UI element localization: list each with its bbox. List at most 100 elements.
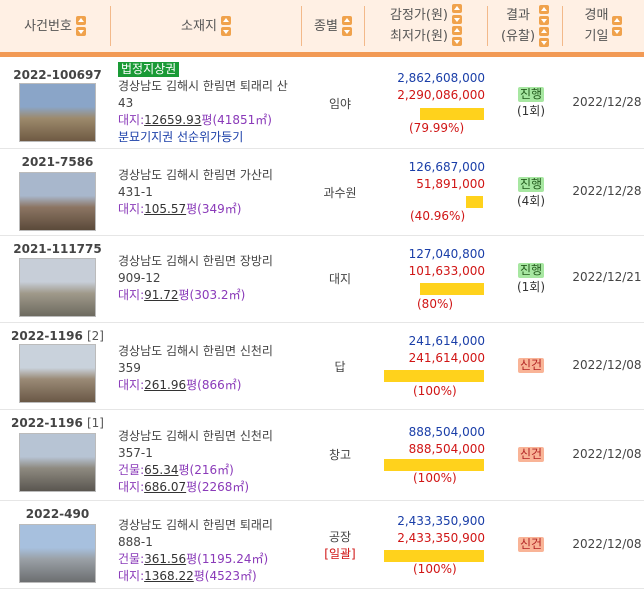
auction-date: 2022/12/08 [572, 358, 642, 372]
status-badge: 신건 [517, 358, 545, 373]
ratio-bar [420, 283, 484, 295]
auction-list: 사건번호 소재지 종별 감정가(원) 최저가(원) 결과 (유찰) 경매 기일 202… [0, 0, 644, 589]
table-header: 사건번호 소재지 종별 감정가(원) 최저가(원) 결과 (유찰) 경매 기일 [0, 0, 644, 57]
header-case-no[interactable]: 사건번호 [0, 0, 110, 52]
sort-icon[interactable] [539, 4, 550, 48]
property-category: 과수원 [323, 186, 357, 200]
price-cell: 888,504,000 888,504,000 [375, 424, 485, 458]
area-line: 대지:261.96평(866㎡) [118, 378, 242, 392]
status-cell: 신건 [512, 358, 550, 373]
address-line: 909-12 [118, 271, 161, 285]
header-auction-date[interactable]: 경매 기일 [563, 0, 644, 52]
area-pyeong[interactable]: 105.57 [144, 202, 186, 216]
property-photo[interactable] [19, 83, 96, 142]
minimum-price: 51,891,000 [416, 177, 485, 191]
property-address[interactable]: 경상남도 김해시 한림면 퇴래리 888-1 건물:361.56평(1195.24㎡… [118, 517, 298, 585]
ratio-text: (100%) [413, 471, 457, 485]
price-cell: 241,614,000 241,614,000 [375, 333, 485, 367]
case-number[interactable]: 2022-100697 [10, 68, 105, 82]
address-line: 경상남도 김해시 한림면 퇴래리 [118, 518, 273, 532]
ratio-bar [420, 108, 484, 120]
status-cell: 진행 (1회) [512, 263, 550, 295]
case-number[interactable]: 2021-7586 [10, 155, 105, 169]
area-pyeong[interactable]: 261.96 [144, 378, 186, 392]
price-cell: 2,433,350,900 2,433,350,900 [375, 513, 485, 547]
property-photo[interactable] [19, 172, 96, 231]
area-line: 건물:65.34평(216㎡) [118, 463, 234, 477]
area-line: 대지:91.72평(303.2㎡) [118, 288, 246, 302]
status-badge: 진행 [517, 263, 545, 278]
ratio-bar [384, 550, 484, 562]
appraisal-price: 241,614,000 [408, 334, 485, 348]
rights-badge: 법정지상권 [118, 62, 180, 77]
case-number[interactable]: 2022-1196 [2] [10, 329, 105, 343]
sort-icon[interactable] [451, 3, 462, 47]
header-result-sub: (유찰) [500, 29, 536, 44]
header-price[interactable]: 감정가(원) 최저가(원) [365, 0, 487, 52]
area-line: 대지:686.07평(2268㎡) [118, 480, 250, 494]
appraisal-price: 888,504,000 [408, 425, 485, 439]
property-address[interactable]: 경상남도 김해시 한림면 장방리 909-12 대지:91.72평(303.2㎡) [118, 253, 298, 304]
property-photo[interactable] [19, 258, 96, 317]
auction-date: 2022/12/21 [572, 270, 642, 284]
address-line: 경상남도 김해시 한림면 장방리 [118, 254, 273, 268]
header-location[interactable]: 소재지 [111, 0, 301, 52]
property-category: 답 [334, 360, 346, 374]
address-line: 경상남도 김해시 한림면 신천리 [118, 429, 273, 443]
appraisal-price: 2,433,350,900 [397, 514, 485, 528]
area-line: 대지:105.57평(349㎡) [118, 202, 242, 216]
sort-icon[interactable] [220, 15, 231, 37]
failed-count: (1회) [516, 280, 546, 294]
appraisal-price: 127,040,800 [408, 247, 485, 261]
area-pyeong[interactable]: 686.07 [144, 480, 186, 494]
property-address[interactable]: 경상남도 김해시 한림면 신천리 357-1 건물:65.34평(216㎡) 대지:6… [118, 428, 298, 496]
area-pyeong[interactable]: 65.34 [144, 463, 178, 477]
property-photo[interactable] [19, 344, 96, 403]
ratio-bar [384, 459, 484, 471]
minimum-price: 241,614,000 [408, 351, 485, 365]
area-pyeong[interactable]: 361.56 [144, 552, 186, 566]
status-cell: 신건 [512, 447, 550, 462]
ratio-bar [384, 370, 484, 382]
case-number[interactable]: 2022-490 [10, 507, 105, 521]
header-location-label: 소재지 [181, 18, 217, 34]
minimum-price: 888,504,000 [408, 442, 485, 456]
header-result[interactable]: 결과 (유찰) [488, 0, 562, 52]
property-address[interactable]: 법정지상권 경상남도 김해시 한림면 퇴래리 산 43 대지:12659.93평(41… [118, 61, 298, 146]
header-case-no-label: 사건번호 [24, 18, 72, 34]
special-note: 분묘기지권 선순위가등기 [118, 130, 244, 144]
property-category: 대지 [328, 272, 352, 286]
property-address[interactable]: 경상남도 김해시 한림면 신천리 359 대지:261.96평(866㎡) [118, 343, 298, 394]
property-address[interactable]: 경상남도 김해시 한림면 가산리 431-1 대지:105.57평(349㎡) [118, 167, 298, 218]
area-pyeong[interactable]: 1368.22 [144, 569, 194, 583]
ratio-text: (100%) [413, 562, 457, 576]
header-category[interactable]: 종별 [302, 0, 364, 52]
ratio-text: (40.96%) [410, 209, 466, 223]
address-line: 431-1 [118, 185, 153, 199]
case-sub: [1] [86, 416, 104, 430]
ratio-text: (100%) [413, 384, 457, 398]
status-badge: 진행 [517, 87, 545, 102]
property-photo[interactable] [19, 433, 96, 492]
case-sub: [2] [86, 329, 104, 343]
appraisal-price: 2,862,608,000 [397, 71, 485, 85]
sort-icon[interactable] [612, 15, 623, 37]
property-photo[interactable] [19, 524, 96, 583]
failed-count: (1회) [516, 104, 546, 118]
failed-count: (4회) [516, 194, 546, 208]
header-appraisal-label: 감정가(원) [390, 8, 448, 23]
sort-icon[interactable] [341, 15, 352, 37]
property-category: 임야 [328, 97, 352, 111]
area-pyeong[interactable]: 12659.93 [144, 113, 201, 127]
status-cell: 진행 (4회) [512, 177, 550, 209]
header-category-label: 종별 [314, 18, 338, 34]
case-number[interactable]: 2022-1196 [1] [10, 416, 105, 430]
ratio-text: (80%) [417, 297, 454, 311]
case-number[interactable]: 2021-111775 [10, 242, 105, 256]
area-pyeong[interactable]: 91.72 [144, 288, 178, 302]
auction-date: 2022/12/08 [572, 537, 642, 551]
status-cell: 진행 (1회) [512, 87, 550, 119]
sort-icon[interactable] [75, 15, 86, 37]
address-line: 357-1 [118, 446, 153, 460]
address-line: 359 [118, 361, 141, 375]
